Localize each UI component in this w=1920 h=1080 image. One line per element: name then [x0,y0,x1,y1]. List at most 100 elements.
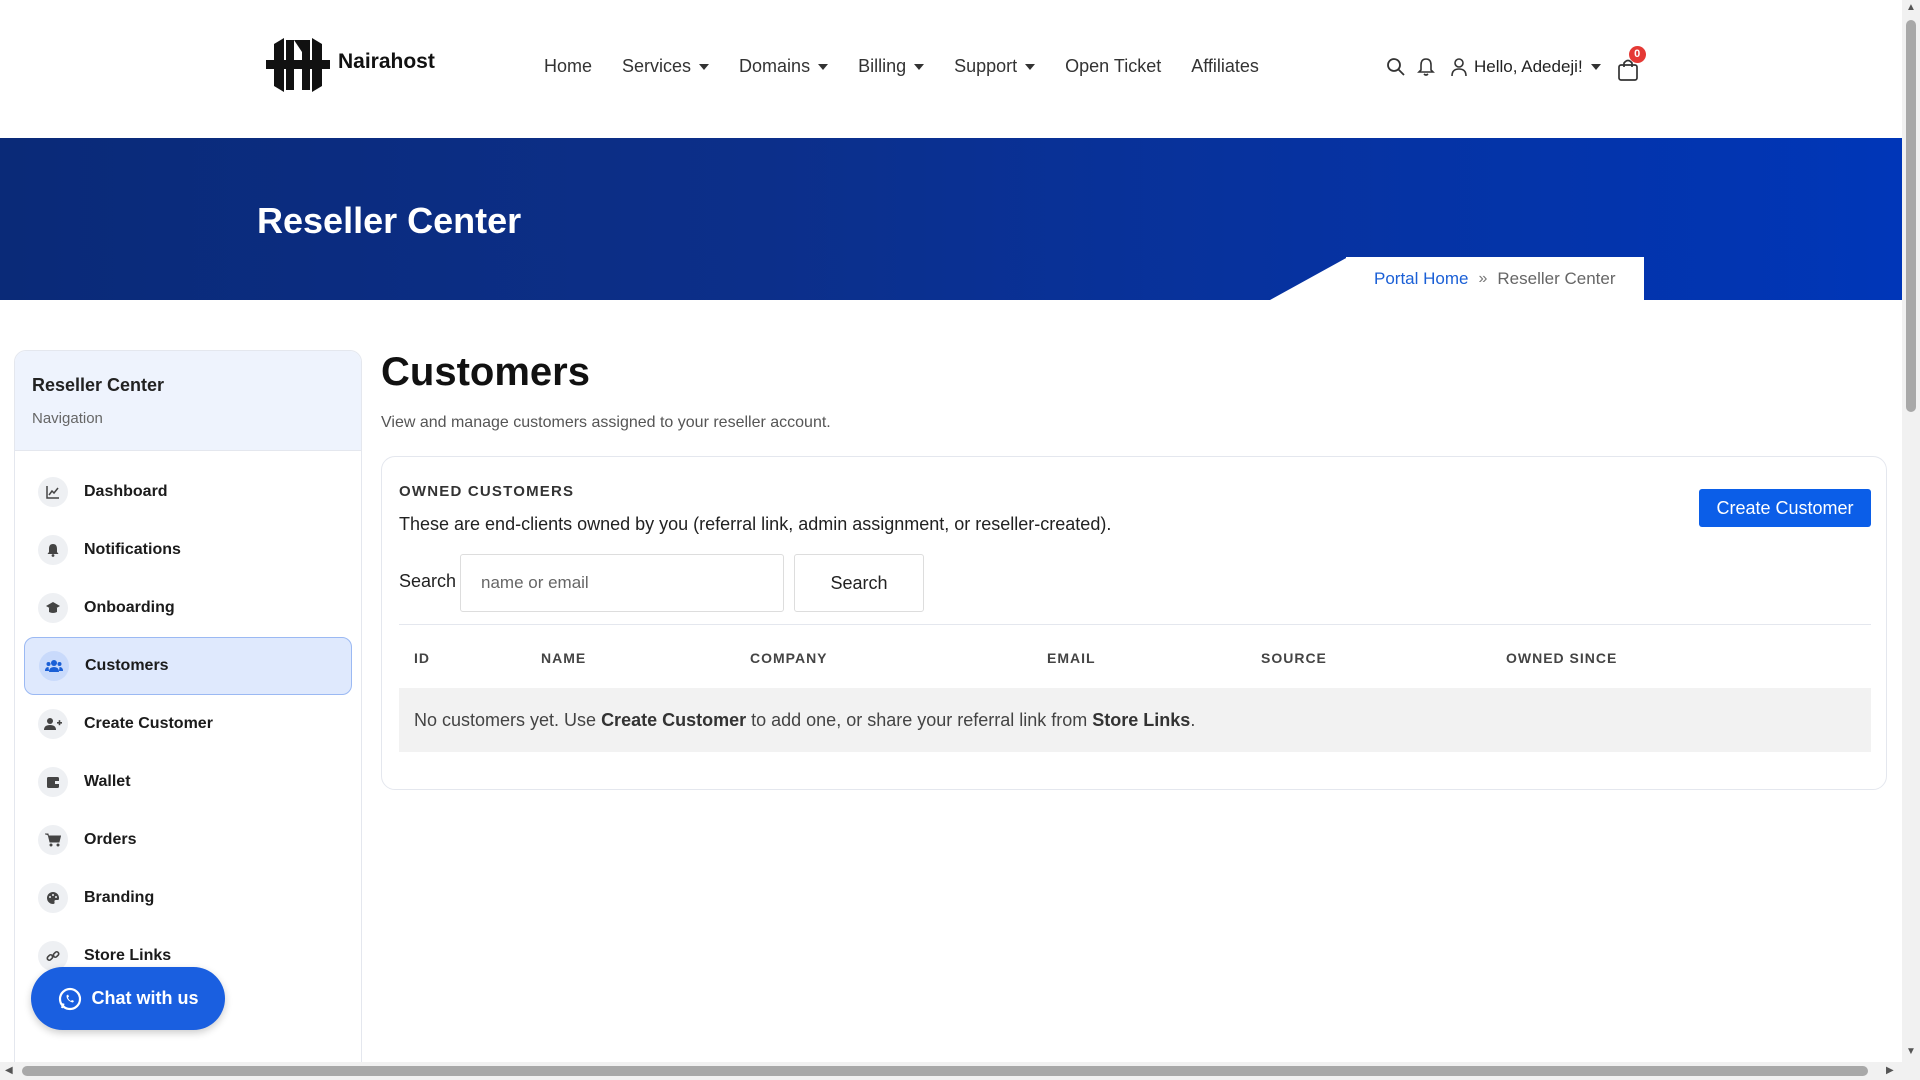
bell-icon [38,535,68,565]
brand-name: Nairahost [338,50,435,73]
section-subtitle: View and manage customers assigned to yo… [381,414,831,431]
caret-down-icon [1025,63,1036,70]
sidebar-item-orders[interactable]: Orders [24,811,352,869]
create-customer-link[interactable]: Create Customer [601,710,746,731]
owned-customers-card: OWNED CUSTOMERS These are end-clients ow… [381,456,1887,790]
nav-billing[interactable]: Billing [858,56,925,77]
nav-home[interactable]: Home [544,56,592,77]
sidebar-item-label: Store Links [84,947,172,964]
main-nav: Home Services Domains Billing Support Op… [544,56,1289,77]
cart-count-badge: 0 [1628,46,1646,63]
card-kicker: OWNED CUSTOMERS [399,483,575,500]
user-plus-icon [38,709,68,739]
empty-state-text: to add one, or share your referral link … [746,709,1093,730]
nav-services[interactable]: Services [622,56,710,77]
search-button[interactable]: Search [794,554,924,612]
graduation-cap-icon [38,593,68,623]
sidebar-item-customers[interactable]: Customers [24,637,352,695]
sidebar-item-label: Branding [84,889,155,906]
page-hero: Reseller Center Portal Home » Reseller C… [0,138,1902,300]
nav-support[interactable]: Support [954,56,1036,77]
caret-down-icon [914,63,925,70]
page: Nairahost Home Services Domains Billing … [0,0,1920,1080]
breadcrumb-current: Reseller Center [1497,269,1616,288]
empty-state-text: . [1190,709,1196,730]
caret-down-icon [818,63,829,70]
nav-affiliates[interactable]: Affiliates [1191,56,1259,77]
nairahost-logo-icon [266,38,330,92]
nav-domains-label: Domains [739,56,811,76]
sidebar-item-label: Notifications [84,541,181,558]
sidebar-title: Reseller Center [32,375,165,395]
sidebar-subtitle: Navigation [32,410,103,427]
sidebar-item-notifications[interactable]: Notifications [24,521,352,579]
scroll-left-arrow-icon[interactable]: ◀ [5,1065,13,1076]
sidebar-item-dashboard[interactable]: Dashboard [24,463,352,521]
empty-state-text: No customers yet. Use [414,709,602,730]
caret-down-icon [1590,64,1601,70]
horizontal-scrollbar[interactable]: ◀ ▶ [0,1062,1902,1080]
palette-icon [38,883,68,913]
scroll-down-arrow-icon[interactable]: ▼ [1906,1046,1916,1057]
column-header-id: ID [414,650,430,666]
header-actions: Hello, Adedeji! 0 [1384,46,1646,81]
nav-open-ticket-label: Open Ticket [1065,56,1162,76]
customers-table: ID NAME COMPANY EMAIL SOURCE OWNED SINCE… [399,624,1871,752]
sidebar-item-create-customer[interactable]: Create Customer [24,695,352,753]
column-header-source: SOURCE [1261,650,1327,666]
user-menu[interactable]: Hello, Adedeji! [1450,57,1601,77]
caret-down-icon [699,63,710,70]
breadcrumb-separator: » [1478,270,1488,287]
nav-affiliates-label: Affiliates [1191,56,1259,76]
table-header: ID NAME COMPANY EMAIL SOURCE OWNED SINCE [399,624,1871,688]
store-links-link[interactable]: Store Links [1092,710,1190,731]
nav-services-label: Services [622,56,692,76]
nav-open-ticket[interactable]: Open Ticket [1065,56,1161,77]
wallet-icon [38,767,68,797]
column-header-email: EMAIL [1047,650,1096,666]
scroll-up-arrow-icon[interactable]: ▲ [1906,2,1916,13]
create-customer-button[interactable]: Create Customer [1699,489,1871,527]
chat-label: Chat with us [91,988,199,1008]
column-header-owned-since: OWNED SINCE [1506,650,1618,666]
breadcrumb-tab-slant [1270,257,1348,300]
nav-billing-label: Billing [858,56,907,76]
sidebar-item-label: Customers [85,657,169,674]
users-icon [39,651,69,681]
bell-icon[interactable] [1414,55,1438,79]
sidebar-nav: Dashboard Notifications Onboarding Custo… [15,451,361,997]
nav-support-label: Support [954,56,1018,76]
whatsapp-icon [58,987,81,1010]
scroll-right-arrow-icon[interactable]: ▶ [1886,1065,1894,1076]
nav-home-label: Home [544,56,593,76]
column-header-company: COMPANY [750,650,828,666]
sidebar-header: Reseller Center Navigation [15,351,361,451]
card-description: These are end-clients owned by you (refe… [399,514,1112,534]
user-greeting: Hello, Adedeji! [1474,57,1583,76]
nav-domains[interactable]: Domains [739,56,829,77]
chat-with-us-button[interactable]: Chat with us [31,967,225,1030]
sidebar-item-onboarding[interactable]: Onboarding [24,579,352,637]
column-header-name: NAME [541,650,587,666]
sidebar-item-label: Create Customer [84,715,213,732]
breadcrumb-home-link[interactable]: Portal Home [1374,269,1468,289]
breadcrumb: Portal Home » Reseller Center [1374,269,1616,289]
search-input[interactable] [460,554,784,612]
vertical-scrollbar[interactable]: ▲ ▼ [1902,0,1920,1080]
chart-line-icon [38,477,68,507]
page-title: Reseller Center [257,200,522,241]
sidebar-item-wallet[interactable]: Wallet [24,753,352,811]
search-icon[interactable] [1384,55,1408,79]
sidebar-item-branding[interactable]: Branding [24,869,352,927]
cart-button[interactable]: 0 [1617,46,1646,81]
sidebar-item-label: Dashboard [84,483,168,500]
horizontal-scroll-thumb[interactable] [22,1066,1868,1076]
search-label: Search [399,571,457,591]
section-title: Customers [381,350,590,394]
sidebar-item-label: Wallet [84,773,131,790]
brand-logo[interactable]: Nairahost [264,34,435,96]
empty-state-row: No customers yet. Use Create Customer to… [399,688,1871,752]
sidebar-item-label: Orders [84,831,137,848]
vertical-scroll-thumb[interactable] [1906,20,1916,412]
cart-icon [38,825,68,855]
